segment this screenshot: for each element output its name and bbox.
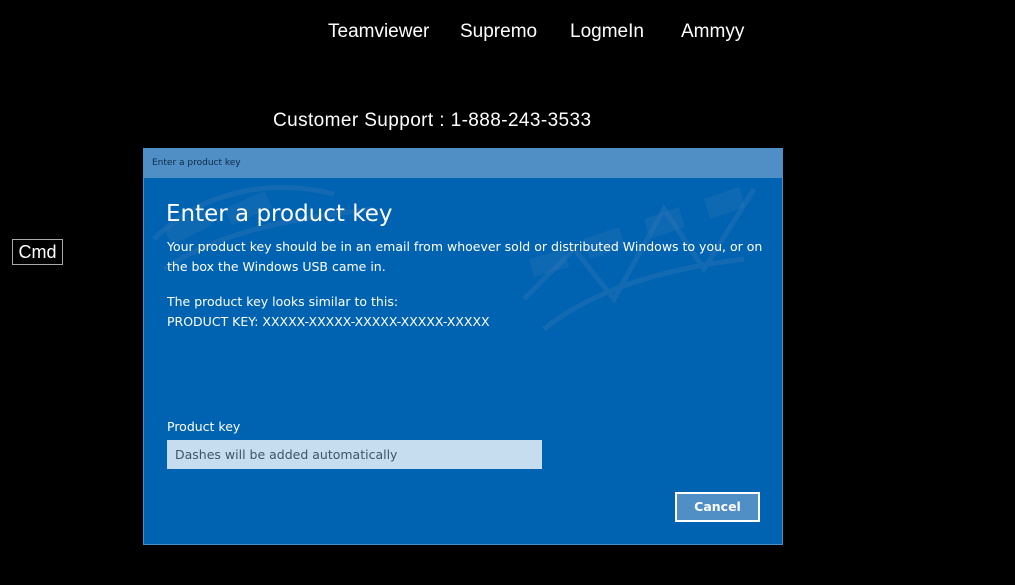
desktop-background: Teamviewer Supremo LogmeIn Ammyy Custome…	[0, 0, 1015, 585]
dialog-description: Your product key should be in an email f…	[167, 239, 763, 274]
teamviewer-link[interactable]: Teamviewer	[328, 20, 429, 44]
cancel-button[interactable]: Cancel	[675, 492, 760, 522]
key-format-example: PRODUCT KEY: XXXXX-XXXXX-XXXXX-XXXXX-XXX…	[167, 314, 490, 329]
product-key-label: Product key	[167, 419, 241, 434]
supremo-link[interactable]: Supremo	[460, 20, 537, 44]
product-key-dialog: Enter a product key Enter a product key …	[143, 148, 783, 545]
dialog-heading: Enter a product key	[166, 201, 393, 227]
customer-support-phone: Customer Support : 1-888-243-3533	[273, 110, 592, 131]
cmd-button[interactable]: Cmd	[12, 239, 63, 265]
ammyy-link[interactable]: Ammyy	[681, 20, 744, 44]
product-key-input[interactable]	[167, 440, 542, 469]
dialog-titlebar[interactable]: Enter a product key	[144, 149, 782, 178]
logmein-link[interactable]: LogmeIn	[570, 20, 644, 44]
dialog-window-title: Enter a product key	[152, 158, 241, 168]
key-format-label: The product key looks similar to this:	[167, 294, 399, 309]
